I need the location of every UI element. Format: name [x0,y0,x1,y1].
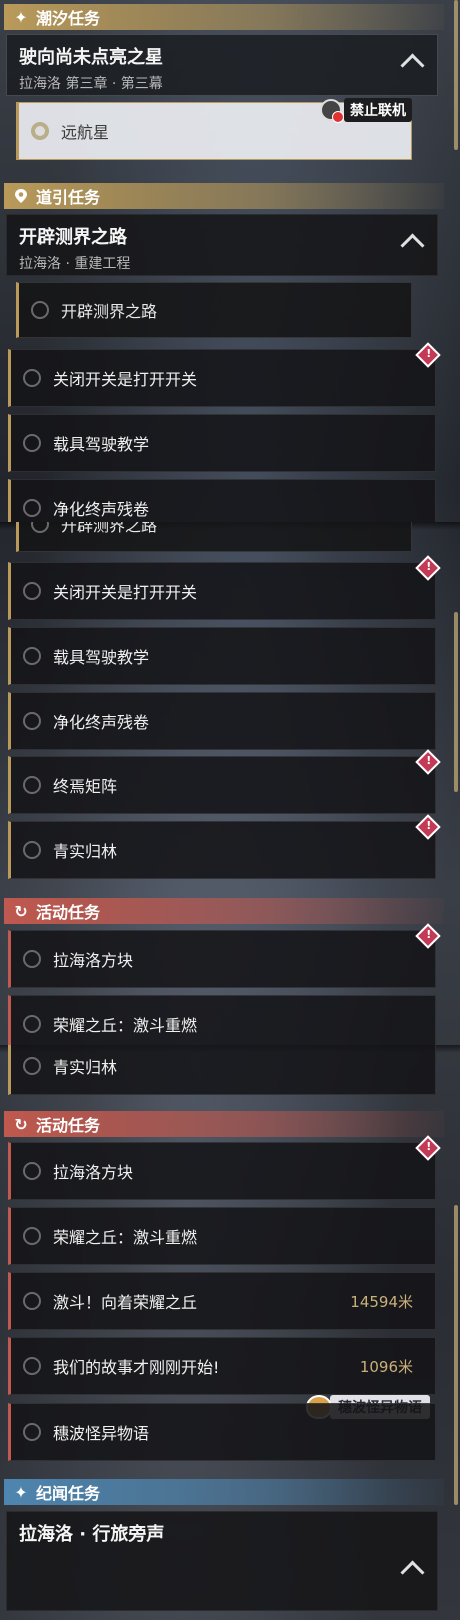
alert-icon: ! [415,749,441,775]
scrollbar[interactable] [454,612,458,792]
quest-item[interactable]: 净化终声残卷 [8,479,436,522]
scrollbar[interactable] [454,0,458,150]
quest-status-icon [23,1357,41,1375]
quest-status-icon [23,434,41,452]
chevron-up-icon[interactable] [400,1560,425,1585]
step-status-icon [31,301,49,319]
quest-status-icon [23,1015,41,1033]
category-tide: ✦ 潮汐任务 [4,4,444,30]
quest-item[interactable]: 拉海洛方块 ! [8,1135,441,1200]
quest-item[interactable]: 拉海洛方块 ! [8,923,441,988]
quest-label: 载具驾驶教学 [53,435,150,454]
quest-label: 载具驾驶教学 [53,648,150,667]
quest-label: 青实归林 [53,1058,118,1077]
sparkle-icon: ✦ [14,1482,28,1502]
map-pin-icon [10,185,32,207]
quest-label: 荣耀之丘：激斗重燃 [53,1016,198,1035]
quest-step-guide[interactable]: 开辟测界之路 [16,522,412,552]
category-guide: 道引任务 [4,183,444,209]
quest-item[interactable]: 关闭开关是打开开关 ! [8,555,441,620]
screen-segment-1: ✦ 潮汐任务 驶向尚未点亮之星 拉海洛 第三章 · 第三幕 远航星 禁止联机 道… [0,0,460,522]
scrollbar[interactable] [454,1205,458,1505]
no-coop-icon [320,99,344,123]
refresh-icon: ↻ [14,901,28,921]
quest-label: 拉海洛方块 [53,951,134,970]
quest-label: 荣耀之丘：激斗重燃 [53,1228,198,1247]
quest-label: 净化终声残卷 [53,713,150,732]
quest-item[interactable]: 终焉矩阵 ! [8,749,441,814]
quest-title: 拉海洛 · 行旅旁声 [19,1524,165,1545]
quest-item[interactable]: 载具驾驶教学 [8,627,436,685]
no-coop-badge: 禁止联机 [320,98,412,123]
no-coop-label: 禁止联机 [344,98,412,122]
distance-label: 14594米 [350,1292,413,1311]
quest-item[interactable]: 穗波怪异物语 [8,1403,436,1461]
quest-label: 拉海洛方块 [53,1163,134,1182]
quest-title: 驶向尚未点亮之星 [19,47,163,68]
quest-label: 我们的故事才刚刚开始! [53,1358,220,1377]
quest-subtitle: 拉海洛 · 重建工程 [19,256,131,272]
quest-item[interactable]: 荣耀之丘：激斗重燃 [8,995,436,1045]
quest-label: 关闭开关是打开开关 [53,583,198,602]
quest-label: 净化终声残卷 [53,500,150,519]
step-status-icon [31,522,49,533]
category-event-label: 活动任务 [36,1116,101,1135]
quest-header-record[interactable]: 拉海洛 · 行旅旁声 [6,1511,438,1611]
quest-title: 开辟测界之路 [19,227,127,248]
distance-label: 1096米 [359,1357,413,1376]
screen-segment-3: 青实归林 ↻ 活动任务 拉海洛方块 ! 荣耀之丘：激斗重燃 激斗！向着荣耀之丘 … [0,1045,460,1620]
category-guide-label: 道引任务 [36,188,101,207]
category-event-label: 活动任务 [36,903,101,922]
sparkle-icon: ✦ [14,7,28,27]
alert-icon: ! [415,814,441,840]
quest-status-icon [23,1162,41,1180]
quest-header-tide[interactable]: 驶向尚未点亮之星 拉海洛 第三章 · 第三幕 [6,34,438,96]
quest-label: 激斗！向着荣耀之丘 [53,1293,198,1312]
quest-item[interactable]: 载具驾驶教学 [8,414,436,472]
quest-status-icon [23,712,41,730]
alert-icon: ! [415,555,441,581]
refresh-icon: ↻ [14,1114,28,1134]
category-tide-label: 潮汐任务 [36,9,101,28]
step-status-icon [31,122,49,140]
category-event: ↻ 活动任务 [4,1111,444,1137]
quest-status-icon [23,776,41,794]
quest-status-icon [23,1423,41,1441]
quest-step-guide[interactable]: 开辟测界之路 [16,282,412,338]
quest-step-label: 开辟测界之路 [61,522,158,535]
quest-status-icon [23,841,41,859]
quest-item[interactable]: 青实归林 [8,1045,436,1095]
alert-icon: ! [415,342,441,368]
quest-header-guide[interactable]: 开辟测界之路 拉海洛 · 重建工程 [6,214,438,276]
alert-icon: ! [415,1135,441,1161]
quest-status-icon [23,369,41,387]
quest-label: 关闭开关是打开开关 [53,370,198,389]
quest-label: 终焉矩阵 [53,777,118,796]
quest-status-icon [23,499,41,517]
quest-status-icon [23,1227,41,1245]
quest-item[interactable]: 青实归林 ! [8,814,441,879]
quest-step-label: 远航星 [61,123,110,142]
quest-item[interactable]: 激斗！向着荣耀之丘 14594米 [8,1272,436,1330]
quest-item[interactable]: 净化终声残卷 [8,692,436,750]
quest-status-icon [23,1057,41,1075]
quest-item[interactable]: 关闭开关是打开开关 ! [8,342,441,407]
quest-status-icon [23,1292,41,1310]
quest-status-icon [23,647,41,665]
screen-segment-2: 开辟测界之路 关闭开关是打开开关 ! 载具驾驶教学 净化终声残卷 终焉矩阵 ! … [0,522,460,1045]
quest-status-icon [23,582,41,600]
quest-item[interactable]: 我们的故事才刚刚开始! 1096米 [8,1337,436,1395]
quest-subtitle: 拉海洛 第三章 · 第三幕 [19,76,163,92]
quest-label: 青实归林 [53,842,118,861]
quest-step-label: 开辟测界之路 [61,302,158,321]
quest-status-icon [23,950,41,968]
quest-item[interactable]: 荣耀之丘：激斗重燃 [8,1207,436,1265]
category-event: ↻ 活动任务 [4,898,444,924]
quest-label: 穗波怪异物语 [53,1424,150,1443]
category-record-label: 纪闻任务 [36,1484,101,1503]
alert-icon: ! [415,923,441,949]
category-record: ✦ 纪闻任务 [4,1479,444,1505]
